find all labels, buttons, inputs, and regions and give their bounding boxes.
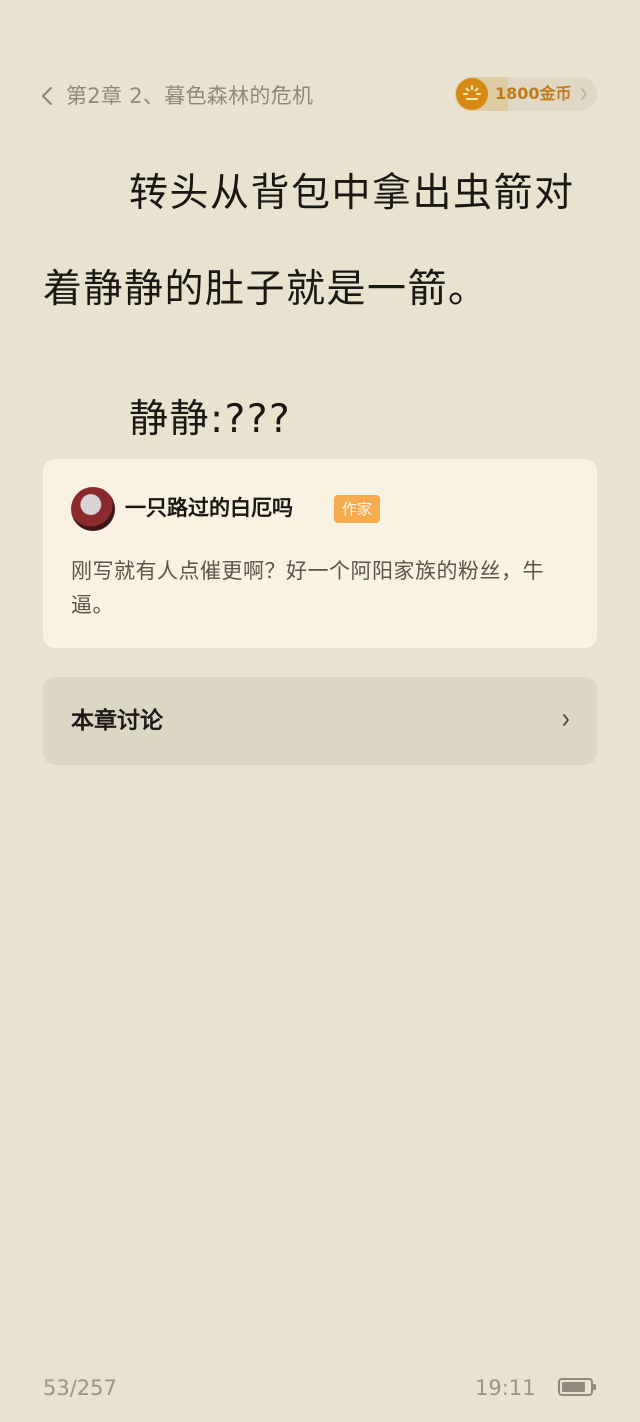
coin-balance-button[interactable]: 1800金币: [455, 77, 597, 111]
coin-balance-label: 1800金币: [495, 84, 572, 103]
paragraph: 静静:???: [129, 397, 292, 442]
chevron-right-icon: [563, 714, 569, 726]
clock: 19:11: [475, 1376, 536, 1400]
chevron-right-icon: [581, 88, 587, 100]
chevron-left-icon[interactable]: [40, 85, 54, 107]
page-indicator: 53/257: [43, 1376, 117, 1400]
author-comment-card[interactable]: 一只路过的白厄吗 作家 刚写就有人点催更啊？好一个阿阳家族的粉丝，牛逼。: [43, 459, 597, 648]
coin-timer-icon: [456, 78, 488, 110]
author-name[interactable]: 一只路过的白厄吗: [125, 494, 293, 522]
author-comment-text: 刚写就有人点催更啊？好一个阿阳家族的粉丝，牛逼。: [71, 559, 544, 617]
reader-header: 第2章 2、暮色森林的危机 1800金币: [0, 76, 640, 116]
chapter-discussion-label: 本章讨论: [71, 708, 163, 734]
battery-icon: [558, 1378, 596, 1396]
chapter-content: 转头从背包中拿出虫箭对着静静的肚子就是一箭。 静静:???: [43, 146, 603, 468]
author-avatar[interactable]: [71, 487, 115, 531]
chapter-discussion-button[interactable]: 本章讨论: [43, 677, 597, 765]
chapter-title[interactable]: 第2章 2、暮色森林的危机: [66, 82, 313, 110]
paragraph: 转头从背包中拿出虫箭对着静静的肚子就是一箭。: [43, 171, 575, 312]
author-badge: 作家: [334, 495, 381, 523]
